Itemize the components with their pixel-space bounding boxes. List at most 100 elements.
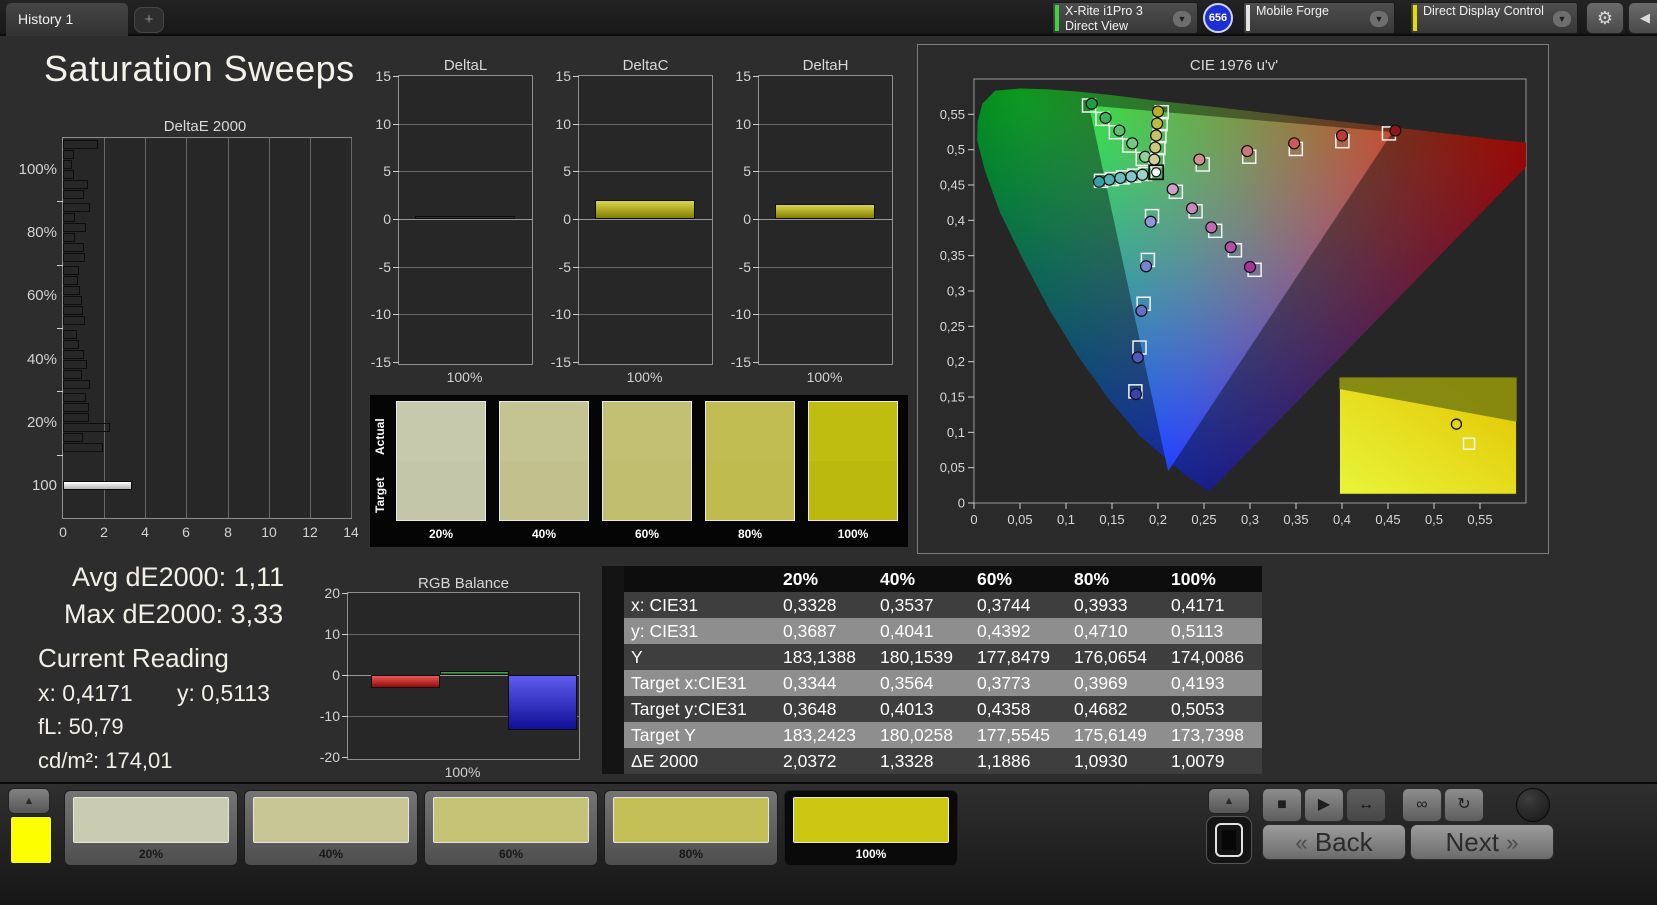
pattern-window-button[interactable] — [1206, 816, 1252, 864]
cie-x-tick: 0,2 — [1149, 512, 1167, 527]
tab-history-1[interactable]: History 1 — [6, 3, 128, 36]
table-cell: 1,0079 — [1171, 751, 1225, 771]
table-cell: 0,3564 — [880, 673, 934, 693]
deltae-bar-40%-cyan — [63, 360, 87, 369]
axis-tick-mark — [753, 124, 759, 125]
grid-line — [269, 138, 270, 518]
current-reading-heading: Current Reading — [38, 643, 229, 673]
step-mode-button[interactable]: ↔ — [1346, 788, 1386, 822]
table-cell: 0,4710 — [1074, 621, 1128, 641]
cie-y-tick: 0,3 — [947, 284, 965, 299]
deltae-bar-100%-green — [63, 150, 74, 159]
table-row-gutter — [602, 722, 624, 748]
table-header-row: 20% 40% 60% 80% 100% — [602, 566, 1262, 592]
stop-button[interactable]: ■ — [1262, 788, 1302, 822]
play-button[interactable]: ▶ — [1304, 788, 1344, 822]
deltae-bar-60%-magenta — [63, 306, 83, 315]
table-row-gutter — [602, 670, 624, 696]
current-patch-swatch[interactable] — [10, 816, 52, 864]
current-cdm2-value: cd/m²: 174,01 — [38, 748, 173, 773]
deltae-bar-100%-magenta — [63, 180, 88, 189]
table-header-cell: 60% — [977, 569, 1013, 589]
measured-magenta-4 — [1224, 241, 1237, 254]
table-cell: 0,4193 — [1171, 673, 1225, 693]
x-tick-label: 8 — [224, 524, 232, 540]
table-row-gutter — [602, 592, 624, 618]
axis-tick-mark — [393, 124, 399, 125]
grid-line — [759, 219, 892, 220]
group-label: 40% — [26, 351, 57, 368]
meter-count-badge[interactable]: 656 — [1203, 3, 1233, 33]
patch-color — [253, 797, 409, 843]
play-icon: ▶ — [1317, 796, 1331, 813]
cie-diagram: 0 0,05 0,1 0,15 0,2 0,25 0,3 0,35 0,4 0,45 0,5 0,55… — [940, 78, 1527, 527]
settings-button[interactable]: ⚙ — [1586, 2, 1624, 34]
group-label: 100% — [18, 161, 57, 178]
patch-label: 60% — [498, 847, 524, 861]
refresh-button[interactable]: ↻ — [1444, 788, 1484, 822]
x-tick-label: 12 — [302, 524, 318, 540]
table-cell: 0,5113 — [1171, 621, 1224, 641]
table-cell: Target Y — [631, 725, 696, 745]
target-swatch-20% — [396, 461, 486, 521]
rgb-balance-chart: 20 10 0 -10 -20 100% — [320, 585, 580, 780]
chevron-right-icon: » — [1506, 830, 1519, 855]
next-button[interactable]: Next » — [1410, 824, 1554, 860]
measured-cyan-5 — [1093, 175, 1106, 188]
y-tick-label: -10 — [319, 708, 340, 724]
axis-tick-mark — [393, 219, 399, 220]
grid-line — [579, 267, 712, 268]
chevron-down-icon: ▼ — [1553, 11, 1571, 27]
target-swatch-100% — [808, 461, 898, 521]
measured-blue-4 — [1131, 351, 1144, 364]
source-dropdown[interactable]: Mobile Forge ▼ — [1243, 2, 1395, 34]
x-tick-label: 4 — [141, 524, 149, 540]
patch-swatch-20%[interactable]: 20% — [64, 790, 238, 866]
measured-cyan-1 — [1136, 168, 1149, 181]
table-cell: 0,4013 — [880, 699, 934, 719]
measured-magenta-1 — [1166, 183, 1179, 196]
scroll-up-button[interactable]: ▲ — [8, 788, 50, 814]
actual-swatch-40% — [499, 401, 589, 461]
scroll-up-button-right[interactable]: ▲ — [1208, 788, 1250, 814]
deltae-bar-40%-red — [63, 330, 77, 339]
deltae-bar-100-white — [63, 481, 132, 490]
table-cell: 0,3537 — [880, 595, 934, 615]
patch-swatch-80%[interactable]: 80% — [604, 790, 778, 866]
y-tick-label: 5 — [383, 163, 391, 179]
table-cell: 0,3328 — [783, 595, 837, 615]
display-control-dropdown[interactable]: Direct Display Control ▼ — [1410, 2, 1578, 34]
deltae-bar-20%-cyan — [63, 423, 110, 432]
swatch-label: 100% — [837, 527, 869, 541]
top-bar: History 1 + X-Rite i1Pro 3 Direct View ▼ … — [0, 0, 1657, 36]
back-button[interactable]: « Back — [1262, 824, 1406, 860]
table-header-blank — [624, 566, 776, 592]
patch-swatch-40%[interactable]: 40% — [244, 790, 418, 866]
y-tick-label: 10 — [735, 116, 751, 132]
y-tick-label: -15 — [730, 354, 751, 370]
table-cell: 2,0372 — [783, 751, 837, 771]
axis-tick-mark — [753, 219, 759, 220]
group-label: 20% — [26, 414, 57, 431]
axis-tick-mark — [393, 314, 399, 315]
x-axis-label: 100% — [444, 764, 481, 780]
table-row: Target Y 183,2423 180,0258 177,5545 175,6149… — [602, 722, 1262, 748]
meter-dropdown[interactable]: X-Rite i1Pro 3 Direct View ▼ — [1052, 2, 1198, 34]
table-cell: 0,4171 — [1171, 595, 1225, 615]
deltae-bar-80%-yellow — [63, 253, 85, 262]
table-cell: 0,3969 — [1074, 673, 1128, 693]
deltae-bar-80%-magenta — [63, 243, 84, 252]
deltae-chart: 0 2 4 6 8 10 12 14 100% 80% 60% 40% 20% 100 — [19, 137, 359, 540]
continuous-mode-button[interactable]: ∞ — [1402, 788, 1442, 822]
collapse-panel-button[interactable]: ◀ — [1628, 2, 1657, 34]
patch-color — [433, 797, 589, 843]
table-row: Target y:CIE31 0,3648 0,4013 0,4358 0,4682 0,… — [602, 696, 1262, 722]
add-tab-button[interactable]: + — [134, 7, 164, 33]
patch-swatch-100%[interactable]: 100% — [784, 790, 958, 866]
actual-swatch-20% — [396, 401, 486, 461]
source-label: Mobile Forge — [1256, 4, 1329, 18]
patch-swatch-60%[interactable]: 60% — [424, 790, 598, 866]
patch-label: 20% — [138, 847, 164, 861]
table-cell: Y — [631, 647, 643, 667]
grid-line — [579, 219, 712, 220]
